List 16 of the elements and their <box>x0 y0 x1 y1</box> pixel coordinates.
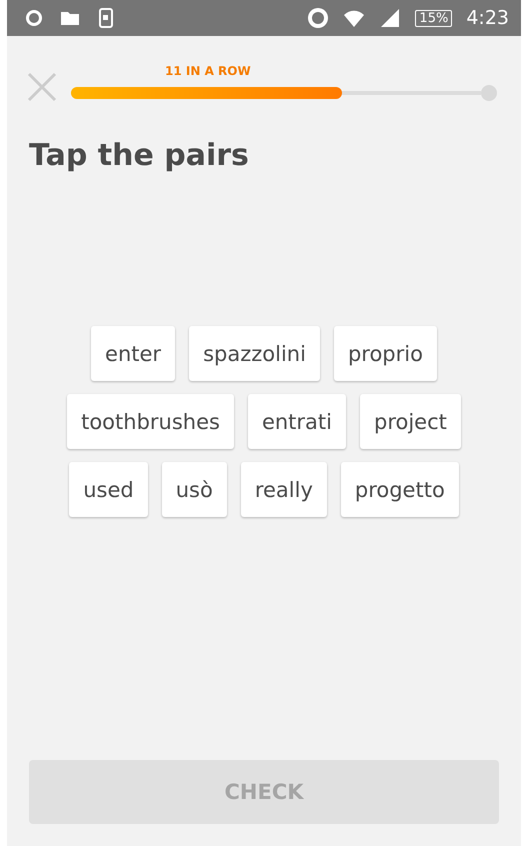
word-tile[interactable]: project <box>360 394 461 449</box>
clock: 4:23 <box>466 7 509 29</box>
word-tile[interactable]: really <box>240 462 327 517</box>
word-tile[interactable]: used <box>69 462 148 517</box>
close-icon[interactable] <box>27 72 57 102</box>
word-tile[interactable]: spazzolini <box>189 326 320 381</box>
word-tile[interactable]: usò <box>162 462 227 517</box>
streak-label: 11 IN A ROW <box>165 64 252 78</box>
word-tile[interactable]: toothbrushes <box>67 394 234 449</box>
word-tile[interactable]: enter <box>91 326 176 381</box>
word-tile[interactable]: proprio <box>334 326 437 381</box>
word-tile[interactable]: entrati <box>248 394 346 449</box>
signal-icon <box>379 7 402 29</box>
battery-indicator: 15% <box>415 10 452 26</box>
lesson-title: Tap the pairs <box>29 138 250 173</box>
word-tile[interactable]: progetto <box>340 462 459 517</box>
